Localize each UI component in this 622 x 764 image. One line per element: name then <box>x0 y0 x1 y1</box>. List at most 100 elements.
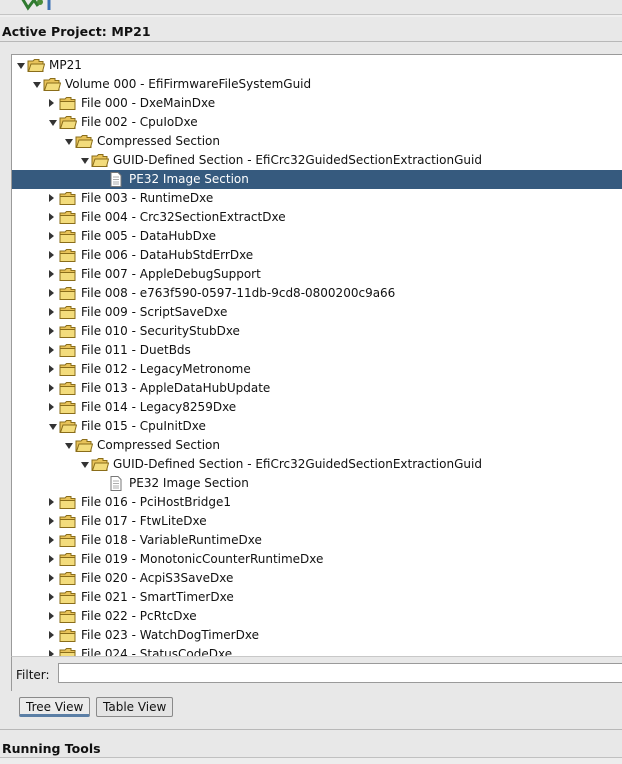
folder-open-icon <box>91 153 110 168</box>
folder-icon <box>59 305 77 320</box>
tree-row-label: File 010 - SecurityStubDxe <box>81 324 240 338</box>
tree-row-label: File 012 - LegacyMetronome <box>81 362 251 376</box>
folder-open-icon <box>59 115 78 130</box>
project-tree[interactable]: MP21 Volume 000 - EfiFirmwareFileSystemGu… <box>11 54 622 657</box>
header-separator <box>0 14 622 17</box>
tree-row[interactable]: File 018 - VariableRuntimeDxe <box>12 531 622 550</box>
tree-row[interactable]: Volume 000 - EfiFirmwareFileSystemGuid <box>12 75 622 94</box>
tree-row-label: File 005 - DataHubDxe <box>81 229 217 243</box>
running-tools-title: Running Tools <box>2 741 101 756</box>
tree-row[interactable]: File 014 - Legacy8259Dxe <box>12 398 622 417</box>
folder-icon <box>59 628 77 643</box>
collapse-arrow-icon[interactable] <box>49 99 54 107</box>
folder-icon <box>59 267 77 282</box>
tree-row[interactable]: GUID-Defined Section - EfiCrc32GuidedSec… <box>12 151 622 170</box>
tree-row[interactable]: File 022 - PcRtcDxe <box>12 607 622 626</box>
tree-row-label: File 011 - DuetBds <box>81 343 191 357</box>
collapse-arrow-icon[interactable] <box>49 593 54 601</box>
tree-row-label: File 022 - PcRtcDxe <box>81 609 197 623</box>
collapse-arrow-icon[interactable] <box>49 194 54 202</box>
expand-arrow-icon[interactable] <box>81 158 89 164</box>
tree-row-label: MP21 <box>49 58 82 72</box>
tree-row[interactable]: File 004 - Crc32SectionExtractDxe <box>12 208 622 227</box>
collapse-arrow-icon[interactable] <box>49 232 54 240</box>
collapse-arrow-icon[interactable] <box>49 365 54 373</box>
tree-row[interactable]: File 011 - DuetBds <box>12 341 622 360</box>
collapse-arrow-icon[interactable] <box>49 346 54 354</box>
folder-icon <box>59 381 77 396</box>
expand-arrow-icon[interactable] <box>49 424 57 430</box>
tree-row[interactable]: File 005 - DataHubDxe <box>12 227 622 246</box>
folder-icon <box>59 343 77 358</box>
folder-icon <box>59 533 77 548</box>
folder-icon <box>59 229 77 244</box>
folder-icon <box>59 286 77 301</box>
tree-row[interactable]: Compressed Section <box>12 132 622 151</box>
filter-label: Filter: <box>16 668 50 682</box>
collapse-arrow-icon[interactable] <box>49 270 54 278</box>
tree-row[interactable]: File 013 - AppleDataHubUpdate <box>12 379 622 398</box>
tree-row[interactable]: File 010 - SecurityStubDxe <box>12 322 622 341</box>
tree-row[interactable]: File 000 - DxeMainDxe <box>12 94 622 113</box>
tree-row[interactable]: PE32 Image Section <box>12 474 622 493</box>
expand-arrow-icon[interactable] <box>49 120 57 126</box>
collapse-arrow-icon[interactable] <box>49 574 54 582</box>
tree-row[interactable]: Compressed Section <box>12 436 622 455</box>
tree-row[interactable]: File 003 - RuntimeDxe <box>12 189 622 208</box>
folder-open-icon <box>59 419 78 434</box>
tree-row[interactable]: File 017 - FtwLiteDxe <box>12 512 622 531</box>
tree-row[interactable]: File 023 - WatchDogTimerDxe <box>12 626 622 645</box>
folder-open-icon <box>75 438 94 453</box>
tree-row[interactable]: File 015 - CpuInitDxe <box>12 417 622 436</box>
collapse-arrow-icon[interactable] <box>49 555 54 563</box>
collapse-arrow-icon[interactable] <box>49 517 54 525</box>
folder-icon <box>59 609 77 624</box>
tree-row[interactable]: File 019 - MonotonicCounterRuntimeDxe <box>12 550 622 569</box>
tree-row[interactable]: File 021 - SmartTimerDxe <box>12 588 622 607</box>
collapse-arrow-icon[interactable] <box>49 308 54 316</box>
tree-row[interactable]: MP21 <box>12 56 622 75</box>
expand-arrow-icon[interactable] <box>81 462 89 468</box>
expand-arrow-icon[interactable] <box>65 443 73 449</box>
folder-icon <box>59 590 77 605</box>
collapse-arrow-icon[interactable] <box>49 612 54 620</box>
expand-arrow-icon[interactable] <box>17 63 25 69</box>
tree-row-label: GUID-Defined Section - EfiCrc32GuidedSec… <box>113 153 482 167</box>
tree-row-label: File 020 - AcpiS3SaveDxe <box>81 571 234 585</box>
folder-icon <box>59 571 77 586</box>
collapse-arrow-icon[interactable] <box>49 536 54 544</box>
tree-row[interactable]: File 020 - AcpiS3SaveDxe <box>12 569 622 588</box>
tree-row[interactable]: File 007 - AppleDebugSupport <box>12 265 622 284</box>
collapse-arrow-icon[interactable] <box>49 327 54 335</box>
tab-table-view[interactable]: Table View <box>96 697 174 717</box>
folder-open-icon <box>43 77 62 92</box>
tree-row[interactable]: GUID-Defined Section - EfiCrc32GuidedSec… <box>12 455 622 474</box>
tree-row-label: PE32 Image Section <box>129 476 249 490</box>
tab-tree-view[interactable]: Tree View <box>19 697 91 717</box>
tree-row[interactable]: File 008 - e763f590-0597-11db-9cd8-08002… <box>12 284 622 303</box>
tree-row-label: File 023 - WatchDogTimerDxe <box>81 628 259 642</box>
tree-row[interactable]: File 006 - DataHubStdErrDxe <box>12 246 622 265</box>
tree-row[interactable]: File 016 - PciHostBridge1 <box>12 493 622 512</box>
tree-row-label: File 002 - CpuIoDxe <box>81 115 198 129</box>
collapse-arrow-icon[interactable] <box>49 289 54 297</box>
filter-input[interactable] <box>58 663 622 683</box>
collapse-arrow-icon[interactable] <box>49 213 54 221</box>
collapse-arrow-icon[interactable] <box>49 251 54 259</box>
tree-row-label: File 003 - RuntimeDxe <box>81 191 214 205</box>
collapse-arrow-icon[interactable] <box>49 384 54 392</box>
collapse-arrow-icon[interactable] <box>49 403 54 411</box>
tree-row[interactable]: File 012 - LegacyMetronome <box>12 360 622 379</box>
active-project-title: Active Project: MP21 <box>2 24 151 39</box>
tree-row[interactable]: File 009 - ScriptSaveDxe <box>12 303 622 322</box>
tree-row[interactable]: PE32 Image Section <box>12 170 622 189</box>
toolbar-app-icon[interactable] <box>20 0 46 14</box>
file-icon <box>107 172 125 187</box>
tree-row-label: File 000 - DxeMainDxe <box>81 96 216 110</box>
expand-arrow-icon[interactable] <box>33 82 41 88</box>
expand-arrow-icon[interactable] <box>65 139 73 145</box>
collapse-arrow-icon[interactable] <box>49 498 54 506</box>
tree-row[interactable]: File 002 - CpuIoDxe <box>12 113 622 132</box>
collapse-arrow-icon[interactable] <box>49 631 54 639</box>
toolbar-tool-icon[interactable] <box>46 0 58 14</box>
